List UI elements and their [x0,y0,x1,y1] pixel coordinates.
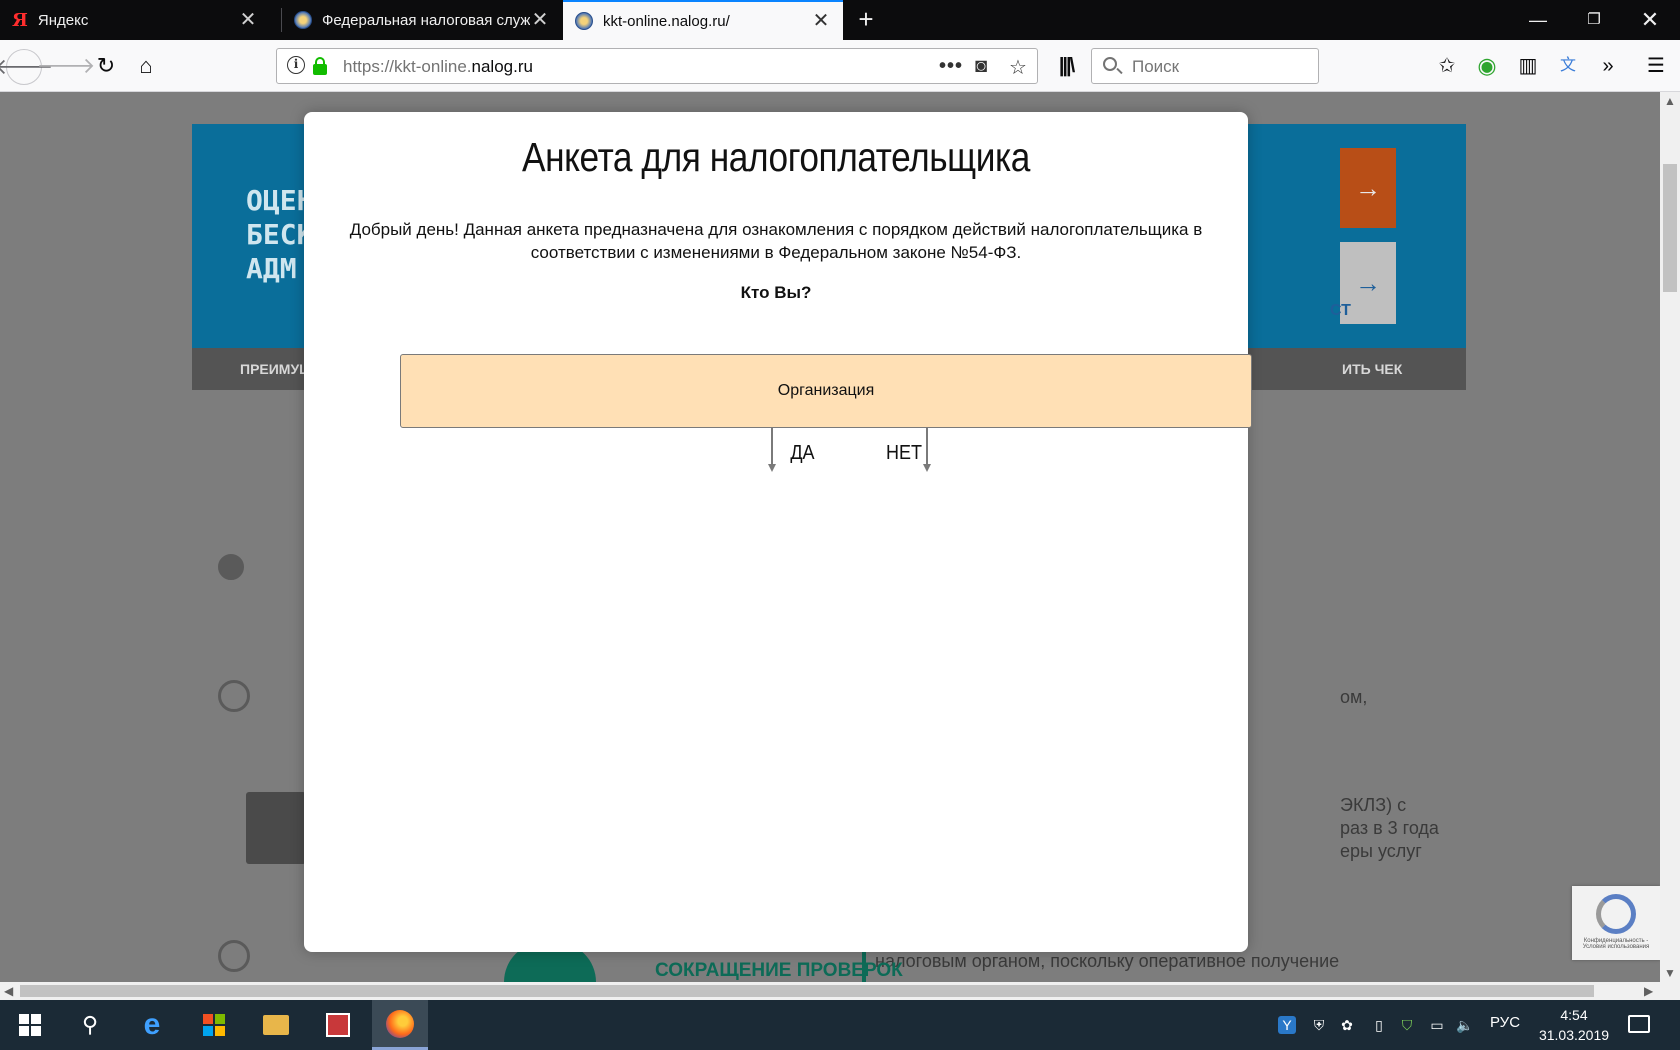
forward-button[interactable]: 🡒 [37,48,96,84]
scroll-left-icon[interactable]: ◀ [4,982,13,1000]
language-indicator[interactable]: РУС [1490,1014,1520,1031]
background-text: налоговым органом, поскольку оперативное… [875,951,1340,971]
search-bar[interactable] [1091,48,1319,84]
background-text: ом, [1340,687,1368,707]
scroll-thumb[interactable] [1663,164,1677,292]
browser-tab-bar: Я Яндекс ✕ Федеральная налоговая служба … [0,0,1680,40]
no-connector-line [926,428,928,466]
new-tab-button[interactable]: + [848,0,884,40]
arrow-right-icon: → [1340,148,1396,228]
recaptcha-badge[interactable]: Конфиденциальность - Условия использован… [1572,886,1660,960]
translate-icon[interactable]: 文 [1556,55,1580,77]
cash-register-icon [246,792,306,864]
tab-yandex[interactable]: Я Яндекс ✕ [0,0,270,40]
lock-icon[interactable] [313,57,327,75]
restore-button[interactable]: ❐ [1566,0,1622,40]
close-icon[interactable]: ✕ [811,11,831,31]
fns-emblem-icon [294,11,312,29]
close-icon[interactable]: ✕ [530,10,550,30]
scroll-down-icon[interactable]: ▼ [1660,966,1680,980]
usb-device-icon[interactable]: ▯ [1370,1016,1388,1034]
background-text: еры услуг [1340,841,1422,861]
antivirus-icon[interactable]: ⛉ [1398,1016,1416,1034]
tab-fns[interactable]: Федеральная налоговая служба ✕ [282,0,562,40]
tray-settings-icon[interactable]: ✿ [1338,1016,1356,1034]
page-actions-icon[interactable]: ••• [939,55,963,78]
tray-app-icon[interactable]: Y [1278,1016,1296,1034]
minimize-button[interactable]: — [1510,0,1566,40]
modal-intro-text: Добрый день! Данная анкета предназначена… [349,220,1203,262]
modal-question: Кто Вы? [740,283,812,302]
url-text[interactable]: https://kkt-online.nalog.ru [343,57,533,77]
home-button[interactable]: ⌂ [128,48,164,84]
library-icon[interactable]: |||\ [1054,55,1078,77]
start-button[interactable] [2,1000,58,1050]
yandex-icon: Я [12,9,28,31]
overflow-menu-icon[interactable]: » [1596,55,1620,77]
clock[interactable]: 4:54 31.03.2019 [1534,1005,1614,1045]
horizontal-scrollbar[interactable]: ◀ ▶ [0,982,1660,1000]
extension-green-icon[interactable]: ◉ [1475,55,1499,77]
clock-time: 4:54 [1560,1007,1588,1023]
scroll-up-icon[interactable]: ▲ [1660,94,1680,108]
page-viewport: ОЦЕН БЕСК АДМ → → СТ ПРЕИМУЩЕ ИТЬ ЧЕК ом… [0,92,1660,982]
reload-button[interactable]: ↻ [88,48,124,84]
banner-tail-text: СТ [1330,302,1351,319]
yes-connector-line [771,428,773,466]
url-bar[interactable]: i https://kkt-online.nalog.ru ••• ◙ ☆ [276,48,1038,84]
timeline-node [218,680,250,712]
fns-emblem-icon [575,12,593,30]
windows-logo-icon [19,1014,41,1036]
media-app-icon[interactable] [310,1000,366,1050]
download-star-icon[interactable]: ✩ [1435,55,1459,77]
firefox-icon[interactable] [372,1000,428,1050]
recaptcha-icon [1596,894,1636,934]
arrow-down-icon [923,464,931,472]
windows-taskbar: ⚲ e Y ⛨ ✿ ▯ ⛉ ▭ 🔈 РУС 4:54 31.03.2019 [0,1000,1680,1050]
tab-title: Яндекс [37,11,89,29]
navigation-toolbar: 🡐 🡒 ↻ ⌂ i https://kkt-online.nalog.ru ••… [0,40,1680,92]
defender-shield-icon[interactable]: ⛨ [1310,1016,1328,1034]
clock-date: 31.03.2019 [1538,1027,1610,1043]
bookmark-star-icon[interactable]: ☆ [1009,55,1027,80]
site-info-icon[interactable]: i [287,56,305,74]
search-input[interactable] [1130,55,1314,79]
close-window-button[interactable]: ✕ [1622,0,1678,40]
close-icon[interactable]: ✕ [238,10,258,30]
pocket-icon[interactable]: ◙ [975,55,987,78]
store-icon[interactable] [186,1000,242,1050]
vertical-scrollbar[interactable]: ▲ ▼ [1660,92,1680,982]
sidebar-icon[interactable]: ▥ [1516,55,1540,77]
search-icon [1103,57,1117,71]
hamburger-menu-icon[interactable]: ☰ [1644,55,1668,77]
option-organization-button[interactable]: Организация [400,354,1252,428]
scroll-thumb[interactable] [20,985,1594,997]
option-label: Организация [777,382,875,399]
modal-title: Анкета для налогоплательщика [522,134,1030,180]
network-icon[interactable]: ▭ [1428,1016,1446,1034]
tab-title: Федеральная налоговая служба [322,11,530,29]
tab-kkt-online[interactable]: kkt-online.nalog.ru/ ✕ [563,0,843,40]
scroll-right-icon[interactable]: ▶ [1644,982,1653,1000]
menu-item-right: ИТЬ ЧЕК [1342,361,1403,377]
scrollbar-corner [1660,982,1680,1000]
search-taskbar-icon[interactable]: ⚲ [62,1000,118,1050]
timeline-node [218,554,244,580]
background-text: ЭКЛЗ) с [1340,795,1407,815]
file-explorer-icon[interactable] [248,1000,304,1050]
yes-branch-label[interactable]: ДА [790,442,814,465]
notifications-icon[interactable] [1628,1015,1650,1033]
no-branch-label[interactable]: НЕТ [886,442,922,465]
arrow-down-icon [768,464,776,472]
background-text: раз в 3 года [1340,818,1439,838]
questionnaire-modal: Анкета для налогоплательщика Добрый день… [304,112,1252,952]
tab-title: kkt-online.nalog.ru/ [603,12,730,30]
timeline-node [218,940,250,972]
volume-muted-icon[interactable]: 🔈 [1456,1016,1474,1034]
edge-browser-icon[interactable]: e [124,1000,180,1050]
